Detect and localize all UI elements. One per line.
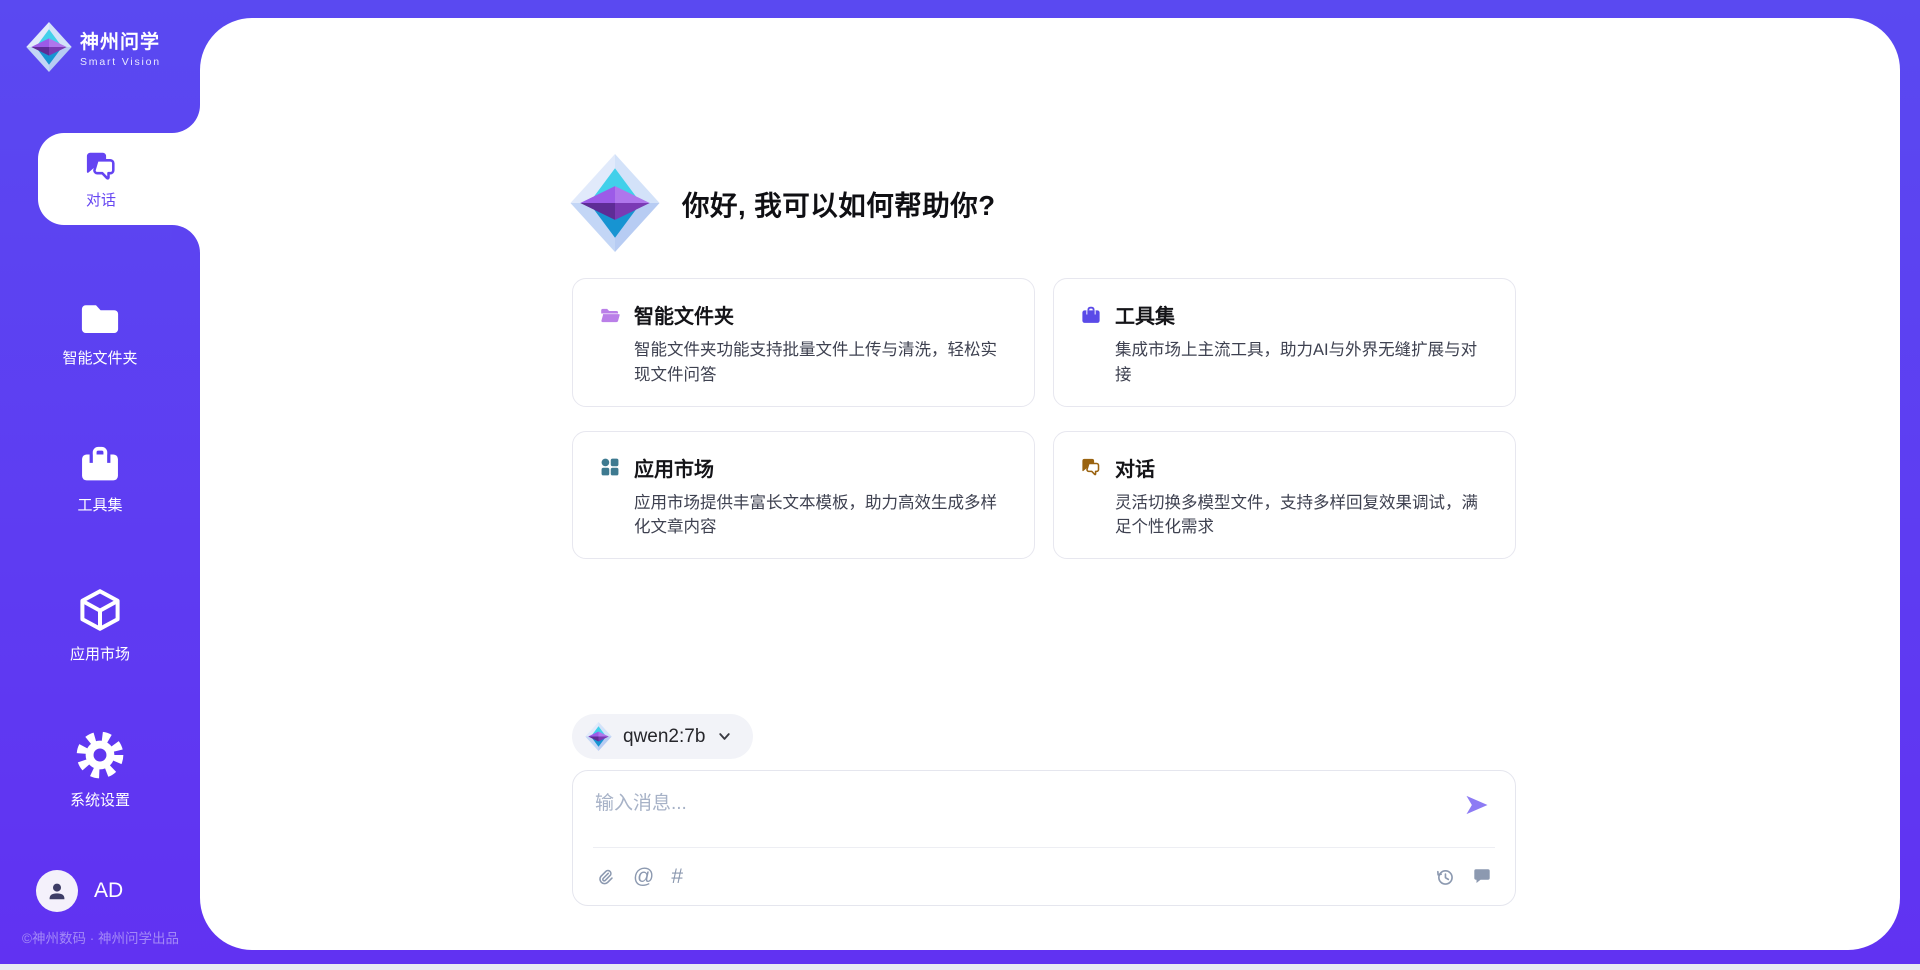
- brand-tagline: Smart Vision: [80, 56, 161, 68]
- feature-cards: 智能文件夹 智能文件夹功能支持批量文件上传与清洗，轻松实现文件问答 工具集 集成…: [572, 278, 1516, 559]
- sidebar-item-label: 系统设置: [0, 789, 200, 810]
- composer-tools-right: [1434, 866, 1493, 888]
- card-title: 智能文件夹: [634, 300, 734, 329]
- greeting-gem-icon: [570, 154, 660, 252]
- folder-icon: [77, 298, 123, 338]
- sidebar-item-label: 应用市场: [0, 643, 200, 664]
- sidebar-item-label: 对话: [86, 189, 116, 210]
- card-description: 智能文件夹功能支持批量文件上传与清洗，轻松实现文件问答: [634, 338, 1008, 388]
- paperclip-icon: [595, 867, 616, 888]
- cube-icon: [76, 586, 124, 634]
- chat-icon: [83, 148, 119, 184]
- sidebar-item-settings[interactable]: 系统设置: [0, 730, 200, 810]
- composer-tools-left: @ #: [595, 866, 683, 888]
- sidebar-item-label: 智能文件夹: [0, 347, 200, 368]
- card-description: 集成市场上主流工具，助力AI与外界无缝扩展与对接: [1115, 338, 1489, 388]
- model-name: qwen2:7b: [623, 726, 705, 748]
- greeting: 你好, 我可以如何帮助你?: [570, 154, 996, 252]
- greeting-text: 你好, 我可以如何帮助你?: [682, 183, 996, 223]
- copyright-text: ©神州数码 · 神州问学出品: [22, 927, 179, 947]
- history-button[interactable]: [1434, 866, 1456, 888]
- sidebar: 神州问学 Smart Vision 对话 智能文件夹 工具集 应用市场: [0, 0, 200, 970]
- chat-icon: [1080, 456, 1102, 478]
- gear-icon: [75, 730, 125, 780]
- hashtag-button[interactable]: #: [671, 866, 683, 888]
- page-bottom-strip: [0, 964, 1920, 970]
- message-composer: @ #: [572, 770, 1516, 906]
- card-toolbox[interactable]: 工具集 集成市场上主流工具，助力AI与外界无缝扩展与对接: [1053, 278, 1516, 407]
- chat-bubble-icon: [1471, 866, 1493, 888]
- history-clock-icon: [1434, 866, 1456, 888]
- card-description: 应用市场提供丰富长文本模板，助力高效生成多样化文章内容: [634, 491, 1008, 541]
- brand-gem-icon: [26, 22, 72, 72]
- model-gem-icon: [585, 722, 612, 751]
- sidebar-item-toolbox[interactable]: 工具集: [0, 443, 200, 515]
- person-icon: [45, 879, 69, 903]
- chevron-down-icon: [716, 728, 733, 745]
- user-profile[interactable]: AD: [36, 870, 123, 912]
- avatar: [36, 870, 78, 912]
- card-app-market[interactable]: 应用市场 应用市场提供丰富长文本模板，助力高效生成多样化文章内容: [572, 431, 1035, 560]
- briefcase-icon: [1080, 304, 1102, 326]
- sidebar-item-label: 工具集: [0, 494, 200, 515]
- brand-logo: 神州问学 Smart Vision: [26, 22, 161, 72]
- tab-curve-bottom: [172, 225, 200, 253]
- mention-button[interactable]: @: [633, 866, 654, 888]
- tab-curve-top: [172, 105, 200, 133]
- message-input[interactable]: [595, 788, 1415, 840]
- user-initials: AD: [94, 879, 123, 903]
- sidebar-item-chat[interactable]: 对话: [38, 133, 200, 225]
- card-title: 对话: [1115, 453, 1155, 482]
- sidebar-item-smart-folder[interactable]: 智能文件夹: [0, 298, 200, 368]
- card-chat[interactable]: 对话 灵活切换多模型文件，支持多样回复效果调试，满足个性化需求: [1053, 431, 1516, 560]
- toolbox-icon: [77, 443, 123, 485]
- card-title: 应用市场: [634, 453, 714, 482]
- attachment-button[interactable]: [595, 867, 616, 888]
- sidebar-item-app-market[interactable]: 应用市场: [0, 586, 200, 664]
- card-title: 工具集: [1115, 300, 1175, 329]
- composer-divider: [593, 847, 1495, 848]
- grid-icon: [599, 456, 621, 478]
- send-icon[interactable]: [1463, 791, 1491, 819]
- brand-name: 神州问学: [80, 27, 161, 54]
- folder-open-icon: [599, 304, 621, 326]
- conversation-button[interactable]: [1471, 866, 1493, 888]
- model-selector[interactable]: qwen2:7b: [572, 714, 753, 759]
- card-description: 灵活切换多模型文件，支持多样回复效果调试，满足个性化需求: [1115, 491, 1489, 541]
- card-smart-folder[interactable]: 智能文件夹 智能文件夹功能支持批量文件上传与清洗，轻松实现文件问答: [572, 278, 1035, 407]
